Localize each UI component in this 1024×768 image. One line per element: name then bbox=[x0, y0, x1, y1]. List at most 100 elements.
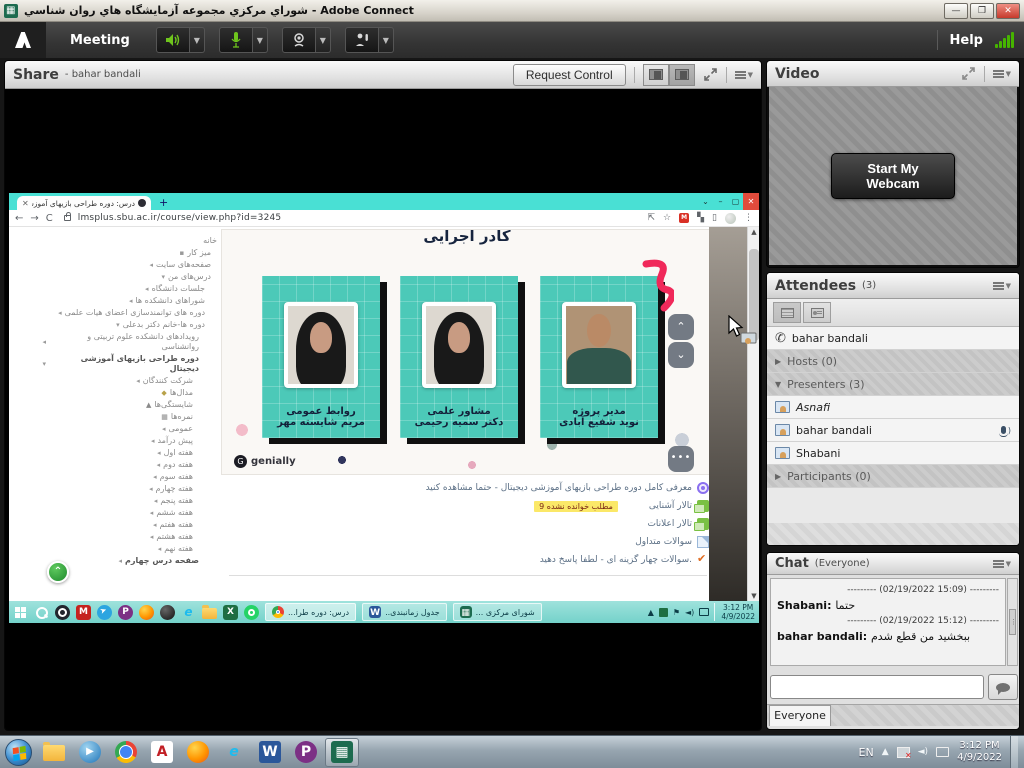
taskbar-window-button[interactable]: درس: دوره طرا... bbox=[265, 603, 356, 621]
layout-filled-button[interactable] bbox=[669, 64, 695, 86]
attendees-pod-menu-button[interactable]: ▼ bbox=[993, 282, 1011, 290]
scrollbar-thumb[interactable] bbox=[749, 249, 759, 341]
inner-clock[interactable]: 3:12 PM4/9/2022 bbox=[714, 603, 755, 621]
mred-icon[interactable] bbox=[76, 605, 91, 620]
address-bar[interactable]: lmsplus.sbu.ac.ir/course/view.php?id=324… bbox=[78, 213, 282, 223]
extensions-puzzle-icon[interactable]: ▚ bbox=[697, 213, 704, 223]
start-button[interactable] bbox=[5, 739, 32, 766]
sidebar-link[interactable]: هفته اول bbox=[33, 447, 217, 459]
sidebar-link[interactable]: هفته پنجم bbox=[33, 495, 217, 507]
video-fullscreen-button[interactable] bbox=[961, 66, 976, 81]
taskbar-app-connect[interactable] bbox=[325, 738, 359, 767]
tray-display-icon[interactable] bbox=[699, 608, 709, 616]
taskbar-app-wmp[interactable] bbox=[73, 738, 107, 767]
tray-up-icon[interactable]: ▲ bbox=[648, 608, 654, 617]
video-pod-menu-button[interactable]: ▼ bbox=[993, 70, 1011, 78]
webcam-dropdown[interactable]: ▼ bbox=[316, 27, 331, 53]
psiphon-icon[interactable] bbox=[118, 605, 133, 620]
ie-icon[interactable] bbox=[181, 605, 196, 620]
restore-button[interactable]: ❐ bbox=[970, 3, 994, 19]
sidebar-link[interactable]: هفته چهارم bbox=[33, 483, 217, 495]
help-menu[interactable]: Help bbox=[950, 33, 983, 48]
sidebar-link[interactable]: عمومی bbox=[33, 423, 217, 435]
taskbar-window-button[interactable]: جدول زمانبندی.. bbox=[362, 603, 447, 621]
profile-avatar[interactable] bbox=[725, 213, 736, 224]
taskbar-app-chrome[interactable] bbox=[109, 738, 143, 767]
firefox-icon[interactable] bbox=[139, 605, 154, 620]
start-webcam-button[interactable]: Start My Webcam bbox=[831, 153, 955, 199]
display-icon[interactable] bbox=[936, 747, 949, 757]
browser-menu-icon[interactable]: ⋮ bbox=[744, 213, 753, 223]
lock-icon[interactable] bbox=[64, 215, 71, 221]
taskbar-app-acrobat[interactable] bbox=[145, 738, 179, 767]
sidebar-link[interactable]: دوره طراحی بازیهای آموزشی دیجیتال bbox=[33, 353, 217, 375]
sidebar-link[interactable]: خانه bbox=[33, 235, 217, 247]
sidebar-link[interactable]: شوراهای دانشکده ها bbox=[33, 295, 217, 307]
sidebar-link[interactable]: میز کار bbox=[33, 247, 217, 259]
sidebar-link[interactable]: شرکت کنندگان bbox=[33, 375, 217, 387]
card-view-button[interactable] bbox=[803, 302, 831, 323]
request-control-button[interactable]: Request Control bbox=[513, 64, 626, 86]
sidebar-link[interactable]: صفحه‌های سایت bbox=[33, 259, 217, 271]
chat-scrollbar-thumb[interactable]: ⋮ bbox=[1009, 609, 1016, 635]
taskbar-window-button[interactable]: شورای مرکزی ... bbox=[453, 603, 542, 621]
start-icon[interactable] bbox=[13, 605, 28, 620]
chat-pod-menu-button[interactable]: ▼ bbox=[993, 560, 1011, 568]
expand-icon[interactable]: ▶ bbox=[775, 472, 781, 481]
minimize-button[interactable]: — bbox=[944, 3, 968, 19]
volume-icon[interactable]: ◄) bbox=[918, 747, 928, 757]
scroll-to-top-button[interactable]: ⌃ bbox=[47, 561, 69, 583]
expand-icon[interactable]: ▶ bbox=[775, 357, 781, 366]
forward-icon[interactable]: → bbox=[30, 213, 38, 224]
collapse-icon[interactable]: ▼ bbox=[775, 380, 781, 389]
language-indicator[interactable]: EN bbox=[859, 746, 874, 759]
browser-tab[interactable]: درس: دوره طراحی بازیهای آموزشی ✕ bbox=[17, 196, 151, 210]
chat-scrollbar[interactable]: ⋮ bbox=[1007, 578, 1018, 666]
genially-prev-button[interactable]: ⌃ bbox=[668, 314, 694, 340]
tray-green-icon[interactable] bbox=[659, 608, 668, 617]
sidebar-link[interactable]: هفته سوم bbox=[33, 471, 217, 483]
activity-link[interactable]: تالار آشنایی bbox=[649, 501, 692, 511]
telegram-icon[interactable] bbox=[97, 605, 112, 620]
sidebar-link[interactable]: جلسات دانشگاه bbox=[33, 283, 217, 295]
browser-restore-button[interactable]: ▢ bbox=[728, 193, 743, 210]
chat-tab-everyone[interactable]: Everyone bbox=[769, 705, 831, 726]
microphone-button[interactable] bbox=[219, 27, 253, 53]
bookmark-star-icon[interactable]: ☆ bbox=[663, 213, 671, 223]
fullscreen-button[interactable] bbox=[703, 67, 718, 82]
close-button[interactable]: ✕ bbox=[996, 3, 1020, 19]
sidebar-link[interactable]: رویدادهای دانشکده علوم تربیتی و روانشناس… bbox=[33, 331, 217, 353]
folder-icon[interactable] bbox=[202, 608, 217, 619]
sidebar-link[interactable]: هفته هشتم bbox=[33, 531, 217, 543]
tray-flag-icon[interactable]: ⚑ bbox=[673, 608, 680, 617]
activity-link[interactable]: معرفی کامل دوره طراحی بازیهای آموزشی دیج… bbox=[426, 483, 692, 493]
chat-send-button[interactable] bbox=[988, 674, 1018, 700]
attendee-row[interactable]: Asnafi bbox=[767, 396, 1019, 419]
microphone-dropdown[interactable]: ▼ bbox=[253, 27, 268, 53]
new-tab-button[interactable]: + bbox=[159, 196, 168, 210]
browser-close-button[interactable]: ✕ bbox=[743, 193, 759, 210]
active-speaker-row[interactable]: ✆ bahar bandali bbox=[767, 327, 1019, 350]
sidebar-link[interactable]: دوره های توانمندسازی اعضای هیات علمی bbox=[33, 307, 217, 319]
share-page-icon[interactable]: ⇱ bbox=[648, 213, 656, 223]
sidebar-link[interactable]: دوره ها-خانم دکتر بدعلی bbox=[33, 319, 217, 331]
sidebar-link[interactable]: هفته هفتم bbox=[33, 519, 217, 531]
reload-icon[interactable]: C bbox=[46, 213, 53, 224]
taskbar-app-psiphon[interactable] bbox=[289, 738, 323, 767]
browser-minimize-button[interactable]: – bbox=[713, 193, 728, 210]
layout-windowed-button[interactable] bbox=[643, 64, 669, 86]
taskbar-app-folder[interactable] bbox=[37, 738, 71, 767]
taskbar-app-ie[interactable] bbox=[217, 738, 251, 767]
sidebar-link[interactable]: شایستگی‌ها bbox=[33, 399, 217, 411]
page-scrollbar[interactable]: ▲ ▼ bbox=[747, 227, 759, 601]
back-icon[interactable]: ← bbox=[15, 213, 23, 224]
sphere-icon[interactable] bbox=[160, 605, 175, 620]
genially-brand[interactable]: G genially bbox=[234, 455, 296, 468]
attendee-group-row[interactable]: ▶Participants (0) bbox=[767, 465, 1019, 488]
sidebar-link[interactable]: نمره‌ها bbox=[33, 411, 217, 423]
excel-icon[interactable] bbox=[223, 605, 238, 620]
chat-input[interactable] bbox=[770, 675, 984, 699]
genially-next-button[interactable]: ⌄ bbox=[668, 342, 694, 368]
taskbar-clock[interactable]: 3:12 PM 4/9/2022 bbox=[957, 740, 1002, 764]
tab-close-icon[interactable]: ✕ bbox=[22, 199, 29, 208]
